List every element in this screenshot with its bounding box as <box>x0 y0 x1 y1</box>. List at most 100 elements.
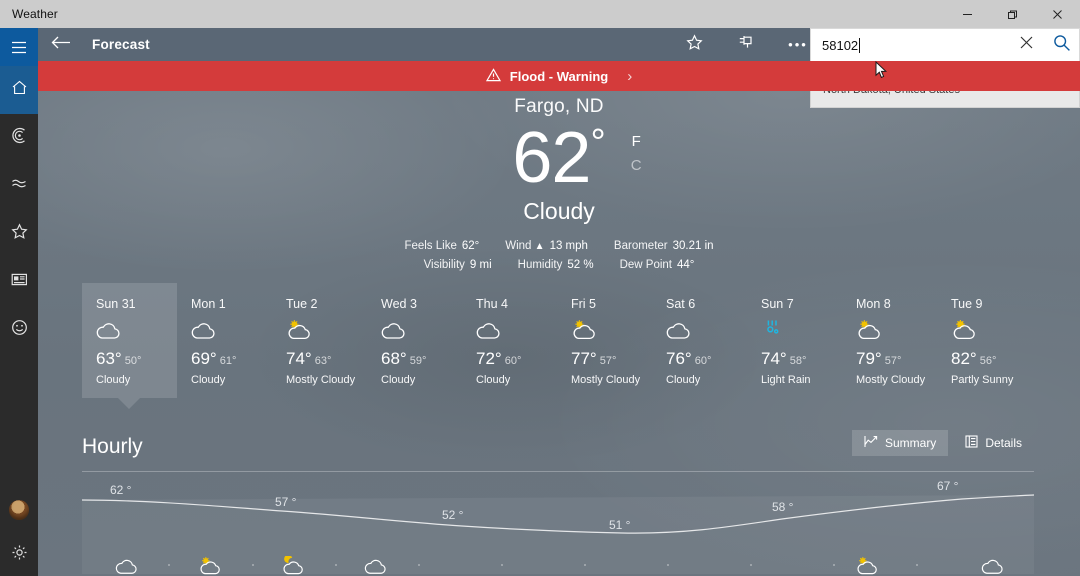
pin-button[interactable] <box>720 28 772 61</box>
forecast-day: Sun 7 <box>761 297 794 311</box>
cloudy-icon <box>980 556 1006 576</box>
forecast-temps: 68° 59° <box>381 349 462 369</box>
forecast-desc: Cloudy <box>191 374 226 386</box>
unit-fahrenheit[interactable]: F <box>631 130 642 154</box>
window-controls <box>945 0 1080 28</box>
forecast-temps: 77° 57° <box>571 349 652 369</box>
close-button[interactable] <box>1035 0 1080 28</box>
clear-search-button[interactable] <box>1009 29 1044 62</box>
hourly-temperature-chart[interactable]: 62 ° 57 ° 52 ° 51 ° 58 ° 67 ° <box>82 478 1034 576</box>
forecast-card-0[interactable]: Sun 31 63° 50° Cloudy <box>82 283 177 409</box>
daily-forecast-list: Sun 31 63° 50° Cloudy Mon 1 69° 61° Clou… <box>82 283 1034 409</box>
partly-sunny-icon <box>854 556 880 576</box>
chevron-right-icon[interactable]: › <box>627 68 632 85</box>
sidebar-item-maps[interactable] <box>0 114 38 162</box>
more-icon: ••• <box>788 36 808 52</box>
restore-button[interactable] <box>990 0 1035 28</box>
sidebar-item-news[interactable] <box>0 258 38 306</box>
sidebar-item-historical-weather[interactable] <box>0 162 38 210</box>
details-row-1: Feels Like 62° Wind ▲ 13 mph Barometer 30.2… <box>38 237 1080 256</box>
sidebar-item-settings[interactable] <box>0 534 38 576</box>
close-icon <box>1019 35 1034 55</box>
forecast-card-8[interactable]: Mon 8 79° 57° Mostly Cloudy <box>842 283 937 398</box>
hourly-view-toggle: Summary Details <box>851 430 1034 456</box>
forecast-card-5[interactable]: Fri 5 77° 57° Mostly Cloudy <box>557 283 652 398</box>
detail-humidity: Humidity 52 % <box>518 256 594 274</box>
forecast-high: 76° <box>666 349 692 368</box>
degree-symbol: ° <box>590 122 606 164</box>
forecast-desc: Mostly Cloudy <box>286 374 356 386</box>
command-icons: ••• <box>668 28 824 61</box>
current-conditions: Fargo, ND 62° F C Cloudy Feels Like 62° W… <box>38 96 1080 274</box>
forecast-desc: Mostly Cloudy <box>571 374 641 386</box>
forecast-low: 60° <box>694 355 712 367</box>
search-box[interactable]: 58102 <box>810 28 1080 61</box>
forecast-card-1[interactable]: Mon 1 69° 61° Cloudy <box>177 283 272 398</box>
details-row-2: Visibility 9 mi Humidity 52 % Dew Point 44° <box>38 256 1080 274</box>
unit-celsius[interactable]: C <box>631 154 642 178</box>
cloudy-icon <box>665 319 747 345</box>
text-caret <box>859 37 861 53</box>
forecast-card-6[interactable]: Sat 6 76° 60° Cloudy <box>652 283 747 398</box>
forecast-low: 57° <box>599 355 617 367</box>
forecast-day: Sun 31 <box>96 297 136 311</box>
details-label: Details <box>985 436 1022 450</box>
cloudy-icon <box>380 319 462 345</box>
cloudy-icon <box>190 319 272 345</box>
forecast-temps: 74° 58° <box>761 349 842 369</box>
chart-label-0: 62 ° <box>110 483 132 497</box>
detail-value: 30.21 in <box>672 240 714 252</box>
unit-toggle: F C <box>631 130 642 178</box>
news-icon <box>11 272 28 292</box>
forecast-desc: Cloudy <box>666 374 701 386</box>
forecast-desc: Partly Sunny <box>951 374 1014 386</box>
forecast-day: Mon 1 <box>191 297 226 311</box>
summary-button[interactable]: Summary <box>851 430 949 456</box>
detail-label: Dew Point <box>619 259 673 271</box>
star-icon <box>10 223 28 245</box>
page-title: Forecast <box>92 37 150 52</box>
search-input-value: 58102 <box>822 37 859 53</box>
forecast-high: 69° <box>191 349 217 368</box>
forecast-high: 79° <box>856 349 882 368</box>
details-button[interactable]: Details <box>953 430 1034 456</box>
sidebar-item-favorites[interactable] <box>0 210 38 258</box>
avatar[interactable] <box>9 500 29 520</box>
hourly-section: Hourly Summary Details 62 ° 57 ° 52 ° 51… <box>82 430 1034 576</box>
forecast-desc: Cloudy <box>381 374 416 386</box>
detail-value: 62° <box>461 240 480 252</box>
back-button[interactable] <box>38 28 84 61</box>
forecast-card-4[interactable]: Thu 4 72° 60° Cloudy <box>462 283 557 398</box>
forecast-card-2[interactable]: Tue 2 74° 63° Mostly Cloudy <box>272 283 367 398</box>
detail-label: Wind <box>505 240 532 252</box>
warning-icon <box>485 67 501 85</box>
minimize-button[interactable] <box>945 0 990 28</box>
alert-banner[interactable]: Flood - Warning › <box>38 61 1080 91</box>
search-submit-button[interactable] <box>1044 29 1079 62</box>
forecast-high: 63° <box>96 349 122 368</box>
hourly-header: Hourly Summary Details <box>82 430 1034 459</box>
search-input[interactable]: 58102 <box>811 37 1009 53</box>
forecast-day: Fri 5 <box>571 297 596 311</box>
sidebar-item-send-feedback[interactable] <box>0 306 38 354</box>
detail-value: 52 % <box>567 259 594 271</box>
hamburger-menu-button[interactable] <box>0 28 38 66</box>
forecast-high: 77° <box>571 349 597 368</box>
current-details: Feels Like 62° Wind ▲ 13 mph Barometer 30.2… <box>38 237 1080 274</box>
forecast-desc: Cloudy <box>476 374 511 386</box>
forecast-card-9[interactable]: Tue 9 82° 56° Partly Sunny <box>937 283 1032 398</box>
sidebar-item-forecast[interactable] <box>0 66 38 114</box>
wind-direction-icon: ▲ <box>534 241 545 252</box>
forecast-card-7[interactable]: Sun 7 74° 58° Light Rain <box>747 283 842 398</box>
forecast-day: Wed 3 <box>381 297 417 311</box>
location-name: Fargo, ND <box>514 96 604 117</box>
star-icon <box>685 33 703 56</box>
favorite-button[interactable] <box>668 28 720 61</box>
forecast-low: 63° <box>314 355 332 367</box>
radar-icon <box>11 127 28 149</box>
chart-label-3: 51 ° <box>609 518 631 532</box>
detail-wind: Wind ▲ 13 mph <box>505 237 588 256</box>
mouse-pointer <box>875 60 888 85</box>
forecast-card-3[interactable]: Wed 3 68° 59° Cloudy <box>367 283 462 398</box>
home-icon <box>11 79 28 101</box>
